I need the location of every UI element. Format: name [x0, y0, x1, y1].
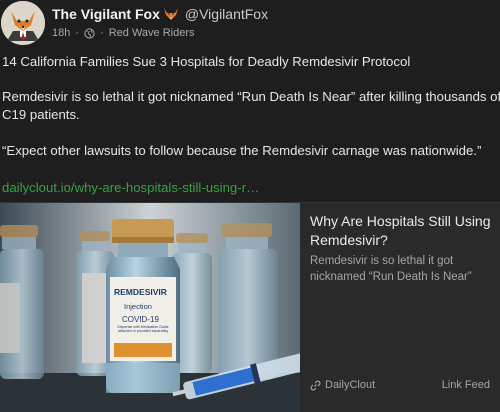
display-name[interactable]: The Vigilant Fox: [52, 6, 160, 22]
card-image[interactable]: REMDESIVIR Injection COVID-19 Dispense w…: [0, 203, 300, 412]
card-source[interactable]: DailyClout: [310, 379, 375, 391]
name-row: The Vigilant Fox @VigilantFox: [52, 6, 268, 22]
vial-label-injection: Injection: [124, 302, 152, 311]
fox-avatar-icon: [1, 1, 45, 45]
post-paragraph-line: C19 patients.: [2, 107, 80, 122]
group-name[interactable]: Red Wave Riders: [109, 27, 195, 39]
fox-emoji-icon: [163, 7, 179, 21]
post-paragraph-quote: “Expect other lawsuits to follow because…: [2, 143, 482, 158]
globe-icon: [84, 27, 95, 39]
card-title[interactable]: Why Are Hospitals Still Using Remdesivir…: [310, 212, 496, 250]
vial-label-covid: COVID-19: [122, 315, 159, 324]
post-time[interactable]: 18h: [52, 27, 70, 39]
post-paragraph-line: Remdesivir is so lethal it got nicknamed…: [2, 89, 500, 104]
user-handle[interactable]: @VigilantFox: [185, 6, 268, 22]
link-icon: [310, 380, 321, 391]
avatar[interactable]: [1, 1, 45, 45]
vial-label-brand: REMDESIVIR: [114, 287, 167, 297]
article-link[interactable]: dailyclout.io/why-are-hospitals-still-us…: [2, 179, 259, 197]
link-feed-label[interactable]: Link Feed: [442, 379, 490, 391]
meta-separator-2: ·: [100, 27, 104, 39]
card-text: Why Are Hospitals Still Using Remdesivir…: [310, 203, 496, 412]
meta-separator: ·: [75, 27, 80, 39]
post-meta: 18h · · Red Wave Riders: [52, 27, 195, 39]
post-header: The Vigilant Fox @VigilantFox 18h · · Re…: [0, 0, 500, 48]
card-description: Remdesivir is so lethal it got nicknamed…: [310, 255, 472, 283]
link-preview-card[interactable]: REMDESIVIR Injection COVID-19 Dispense w…: [0, 202, 500, 412]
post-paragraph-headline: 14 California Families Sue 3 Hospitals f…: [2, 54, 411, 69]
card-source-name: DailyClout: [325, 379, 376, 391]
vial-label-fine: Dispense with Medication Guide attached …: [117, 325, 169, 333]
